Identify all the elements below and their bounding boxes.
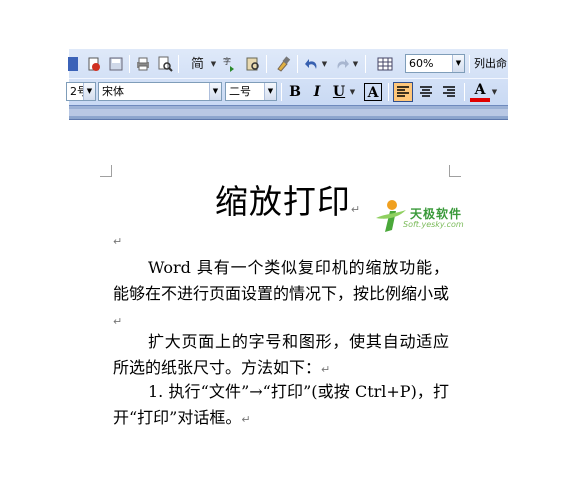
save-button[interactable]: [106, 54, 126, 74]
font-dropdown-icon: ▼: [209, 83, 221, 100]
undo-icon: [305, 59, 317, 69]
document-title[interactable]: 缩放打印↵: [0, 179, 576, 233]
save-icon: [109, 57, 123, 71]
spelling-button[interactable]: 简: [186, 54, 210, 74]
paragraph-mark: ↵: [321, 363, 331, 376]
format-painter-button[interactable]: [273, 54, 293, 74]
zoom-select[interactable]: 60% ▼: [405, 54, 465, 73]
align-left-icon: [397, 86, 409, 97]
formatting-toolbar: 2号 ▼ 宋体 ▼ 二号 ▼ B I U ▼ A A ▼: [66, 78, 508, 104]
new-doc-icon: [68, 57, 78, 71]
research-button[interactable]: [243, 54, 263, 74]
print-button[interactable]: [133, 54, 153, 74]
align-right-button[interactable]: [439, 82, 459, 102]
standard-toolbar: 简 ▼ 字 ▼ ▼ 60% ▼ 列出命: [68, 51, 508, 78]
paragraph-2[interactable]: 扩大页面上的字号和图形，使其自动适应所选的纸张尺寸。方法如下：↵: [113, 329, 449, 383]
font-size-select[interactable]: 二号 ▼: [225, 82, 277, 101]
watermark-url: Soft.yesky.com: [403, 220, 464, 229]
margin-corner-right: [449, 165, 461, 177]
toolbar-area: 简 ▼ 字 ▼ ▼ 60% ▼ 列出命 2号 ▼ 宋体 ▼ 二号 ▼ B I U…: [66, 49, 508, 120]
undo-button[interactable]: [302, 54, 322, 74]
align-center-button[interactable]: [416, 82, 436, 102]
print-preview-button[interactable]: [155, 54, 175, 74]
print-preview-icon: [158, 56, 173, 72]
align-left-button[interactable]: [393, 82, 413, 102]
align-center-icon: [420, 86, 432, 97]
translate-icon: 字: [223, 56, 234, 72]
redo-icon: [337, 59, 349, 69]
permission-icon: [88, 57, 100, 71]
watermark-logo: 天极软件 Soft.yesky.com: [372, 196, 472, 238]
paragraph-3-text: 1. 执行“文件”→“打印”(或按 Ctrl+P)，打开“打印”对话框。: [113, 382, 449, 427]
spelling-icon: 简: [191, 56, 204, 72]
format-painter-icon: [277, 56, 291, 72]
underline-button[interactable]: U: [329, 82, 349, 102]
undo-dropdown-icon[interactable]: ▼: [321, 60, 328, 68]
svg-text:字: 字: [223, 56, 231, 66]
style-select[interactable]: 2号 ▼: [66, 82, 96, 101]
research-icon: [246, 57, 259, 71]
paragraph-3[interactable]: 1. 执行“文件”→“打印”(或按 Ctrl+P)，打开“打印”对话框。↵: [113, 379, 449, 433]
table-icon: [377, 57, 393, 71]
font-size-value: 二号: [229, 85, 251, 98]
permission-button[interactable]: [84, 54, 104, 74]
character-border-button[interactable]: A: [364, 83, 382, 101]
print-icon: [137, 57, 149, 71]
spelling-dropdown-icon[interactable]: ▼: [210, 60, 217, 68]
zoom-value: 60%: [409, 57, 434, 70]
insert-table-button[interactable]: [375, 54, 395, 74]
paragraph-mark: ↵: [113, 315, 123, 328]
italic-button[interactable]: I: [307, 82, 327, 102]
font-value: 宋体: [102, 85, 124, 98]
underline-dropdown-icon[interactable]: ▼: [349, 88, 356, 96]
align-right-icon: [443, 86, 455, 97]
font-color-dropdown-icon[interactable]: ▼: [491, 88, 498, 96]
paragraph-2-text: 扩大页面上的字号和图形，使其自动适应所选的纸张尺寸。方法如下：: [113, 332, 449, 377]
document-title-text: 缩放打印: [214, 182, 351, 221]
font-select[interactable]: 宋体 ▼: [98, 82, 222, 101]
svg-text:简: 简: [191, 56, 204, 72]
redo-button[interactable]: [332, 54, 352, 74]
style-dropdown-icon: ▼: [83, 83, 95, 100]
new-doc-button[interactable]: [63, 54, 83, 74]
paragraph-mark: ↵: [241, 413, 251, 426]
margin-corner-left: [100, 165, 112, 177]
zoom-dropdown-icon: ▼: [452, 55, 464, 72]
font-size-dropdown-icon: ▼: [264, 83, 276, 100]
paragraph-1-text: Word 具有一个类似复印机的缩放功能，能够在不进行页面设置的情况下，按比例缩小…: [113, 258, 450, 303]
redo-dropdown-icon[interactable]: ▼: [352, 60, 359, 68]
paragraph-mark: ↵: [350, 203, 362, 216]
translate-button[interactable]: 字: [220, 54, 240, 74]
bold-button[interactable]: B: [285, 82, 305, 102]
ruler[interactable]: [69, 105, 508, 120]
paragraph-1[interactable]: Word 具有一个类似复印机的缩放功能，能够在不进行页面设置的情况下，按比例缩小…: [113, 255, 449, 335]
watermark-person-icon: [376, 200, 406, 232]
empty-paragraph-mark: ↵: [113, 235, 123, 248]
font-color-button[interactable]: A: [470, 82, 490, 102]
show-list-button[interactable]: 列出命: [474, 55, 507, 73]
